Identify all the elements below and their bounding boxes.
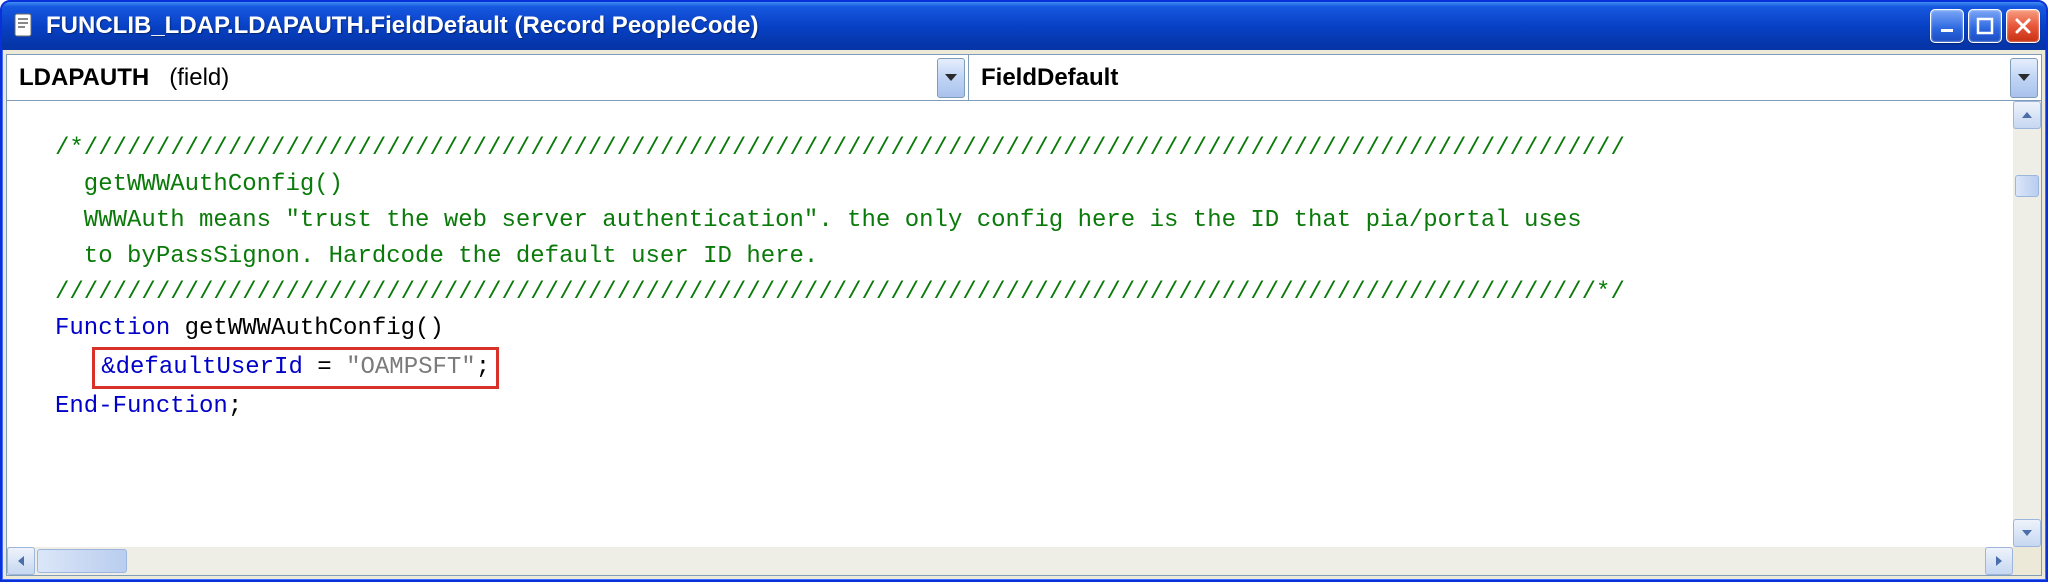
field-dropdown-button[interactable] — [937, 58, 965, 98]
scrollbar-corner — [2013, 547, 2041, 575]
horizontal-scrollbar[interactable] — [7, 547, 2013, 575]
code-comment-bar-open: /*//////////////////////////////////////… — [55, 135, 1625, 162]
horizontal-scroll-track[interactable] — [35, 547, 1985, 575]
dropdown-row: LDAPAUTH (field) FieldDefault — [7, 55, 2041, 101]
scroll-left-button[interactable] — [7, 547, 35, 575]
app-icon — [12, 12, 36, 40]
code-variable: &defaultUserId — [101, 354, 303, 381]
code-keyword-endfunction: End-Function — [55, 393, 228, 420]
code-keyword-function: Function — [55, 315, 170, 342]
field-dropdown[interactable]: LDAPAUTH (field) — [7, 55, 969, 100]
code-semicolon: ; — [476, 354, 490, 381]
code-comment-bar-close: ////////////////////////////////////////… — [55, 279, 1625, 306]
field-dropdown-text: LDAPAUTH (field) — [19, 64, 937, 92]
editor-area: /*//////////////////////////////////////… — [7, 101, 2041, 575]
horizontal-scroll-thumb[interactable] — [37, 549, 127, 573]
event-dropdown[interactable]: FieldDefault — [969, 55, 2041, 100]
field-name: LDAPAUTH — [19, 64, 149, 91]
scroll-up-button[interactable] — [2013, 101, 2041, 129]
scroll-down-button[interactable] — [2013, 519, 2041, 547]
code-editor[interactable]: /*//////////////////////////////////////… — [7, 101, 2013, 547]
minimize-button[interactable] — [1930, 9, 1964, 43]
vertical-scrollbar[interactable] — [2013, 101, 2041, 547]
peoplecode-editor-window: FUNCLIB_LDAP.LDAPAUTH.FieldDefault (Reco… — [0, 0, 2048, 582]
close-button[interactable] — [2006, 9, 2040, 43]
event-dropdown-text: FieldDefault — [981, 64, 2010, 92]
highlighted-statement: &defaultUserId = "OAMPSFT"; — [92, 347, 499, 389]
window-title: FUNCLIB_LDAP.LDAPAUTH.FieldDefault (Reco… — [46, 12, 1930, 40]
scroll-right-button[interactable] — [1985, 547, 2013, 575]
titlebar[interactable]: FUNCLIB_LDAP.LDAPAUTH.FieldDefault (Reco… — [2, 2, 2046, 50]
code-comment-line: getWWWAuthConfig() — [55, 171, 343, 198]
code-string-literal: "OAMPSFT" — [346, 354, 476, 381]
code-function-name: getWWWAuthConfig() — [170, 315, 444, 342]
field-type-label: (field) — [169, 64, 229, 91]
event-dropdown-button[interactable] — [2010, 58, 2038, 98]
code-comment-line: WWWAuth means "trust the web server auth… — [55, 207, 1582, 234]
window-controls — [1930, 9, 2040, 43]
code-comment-line: to byPassSignon. Hardcode the default us… — [55, 243, 818, 270]
maximize-button[interactable] — [1968, 9, 2002, 43]
code-semicolon: ; — [228, 393, 242, 420]
code-equals: = — [303, 354, 346, 381]
vertical-scroll-thumb[interactable] — [2015, 175, 2039, 197]
vertical-scroll-track[interactable] — [2013, 129, 2041, 519]
client-area: LDAPAUTH (field) FieldDefault /*////////… — [6, 54, 2042, 576]
